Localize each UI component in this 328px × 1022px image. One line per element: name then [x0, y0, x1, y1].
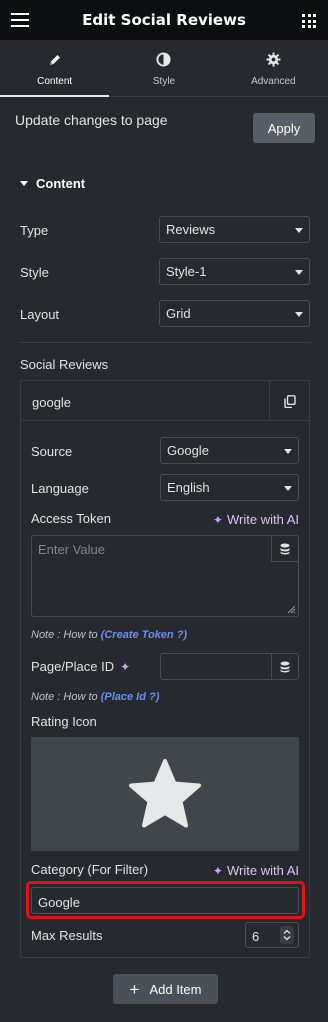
type-select[interactable]: Reviews [159, 216, 310, 243]
create-token-note: Note : How to (Create Token ?) [31, 629, 187, 641]
style-select[interactable]: Style-1 [159, 258, 310, 285]
sparkle-icon[interactable]: ✦ [120, 660, 130, 674]
caret-down-icon [20, 181, 28, 186]
grid-icon[interactable] [302, 14, 316, 28]
top-bar: Edit Social Reviews [0, 0, 328, 40]
pencil-icon [48, 50, 62, 70]
source-value: Google [167, 443, 209, 458]
half-circle-icon [156, 50, 172, 70]
highlight-box [26, 881, 305, 919]
style-label: Style [20, 265, 49, 280]
tab-style-label: Style [152, 75, 176, 87]
note-prefix: Note : How to [31, 629, 101, 641]
language-value: English [167, 480, 210, 495]
social-reviews-label: Social Reviews [20, 357, 109, 372]
update-changes-text: Update changes to page [15, 112, 168, 128]
dynamic-tags-icon[interactable] [271, 654, 298, 679]
star-icon [129, 759, 201, 828]
place-id-note: Note : How to (Place Id ?) [31, 691, 159, 703]
layout-label: Layout [20, 307, 60, 322]
chevron-down-icon [295, 228, 303, 233]
section-title: Content [36, 176, 86, 191]
content-section-toggle[interactable]: Content [20, 176, 85, 191]
repeater-item-title: google [32, 395, 72, 410]
max-results-input[interactable]: 6 [245, 922, 299, 948]
rating-icon-label: Rating Icon [31, 714, 97, 729]
access-token-placeholder: Enter Value [38, 542, 105, 557]
tab-advanced-label: Advanced [251, 75, 296, 87]
apply-button[interactable]: Apply [253, 113, 315, 143]
place-id-label: Page/Place ID [31, 659, 115, 674]
plus-icon: + [129, 979, 140, 999]
dynamic-tags-icon[interactable] [271, 536, 298, 562]
create-token-link[interactable]: (Create Token ?) [101, 629, 187, 641]
hamburger-icon[interactable] [11, 13, 29, 27]
note-prefix: Note : How to [31, 691, 101, 703]
place-id-label-wrap: Page/Place ID ✦ [31, 659, 130, 674]
place-id-input[interactable] [160, 653, 299, 680]
copy-icon[interactable] [269, 381, 309, 421]
access-token-label: Access Token [31, 511, 111, 526]
add-item-button[interactable]: + Add Item [113, 974, 218, 1004]
panel-title: Edit Social Reviews [82, 11, 246, 29]
panel-tabs: Content Style Advanced [0, 40, 328, 97]
access-token-input[interactable]: Enter Value [31, 535, 299, 617]
layout-select[interactable]: Grid [159, 300, 310, 327]
repeater-item-header[interactable]: google [21, 381, 309, 421]
tab-advanced[interactable]: Advanced [219, 40, 328, 96]
tab-style[interactable]: Style [109, 40, 218, 96]
write-with-ai-button[interactable]: ✦ Write with AI [213, 512, 299, 527]
write-with-ai-label: Write with AI [226, 863, 299, 878]
sparkle-icon: ✦ [212, 512, 223, 527]
number-stepper-icon[interactable] [280, 926, 294, 944]
write-with-ai-button[interactable]: ✦ Write with AI [213, 863, 299, 878]
style-value: Style-1 [166, 264, 207, 279]
place-id-link[interactable]: (Place Id ?) [101, 691, 160, 703]
divider [20, 342, 311, 343]
rating-icon-picker[interactable] [31, 737, 299, 851]
chevron-down-icon [284, 486, 292, 491]
max-results-value: 6 [252, 929, 260, 944]
chevron-down-icon [284, 449, 292, 454]
write-with-ai-label: Write with AI [226, 512, 299, 527]
type-label: Type [20, 223, 49, 238]
tab-content[interactable]: Content [0, 40, 110, 97]
language-select[interactable]: English [160, 474, 299, 501]
gear-icon [266, 50, 281, 70]
resize-handle-icon[interactable] [286, 604, 296, 614]
source-label: Source [31, 444, 73, 459]
tab-content-label: Content [37, 75, 73, 87]
language-label: Language [31, 481, 89, 496]
type-value: Reviews [166, 222, 216, 237]
max-results-label: Max Results [31, 928, 103, 943]
layout-value: Grid [166, 306, 191, 321]
chevron-down-icon [295, 270, 303, 275]
add-item-label: Add Item [149, 981, 202, 997]
sparkle-icon: ✦ [212, 863, 223, 878]
category-label: Category (For Filter) [31, 862, 149, 877]
chevron-down-icon [295, 312, 303, 317]
source-select[interactable]: Google [160, 437, 299, 464]
